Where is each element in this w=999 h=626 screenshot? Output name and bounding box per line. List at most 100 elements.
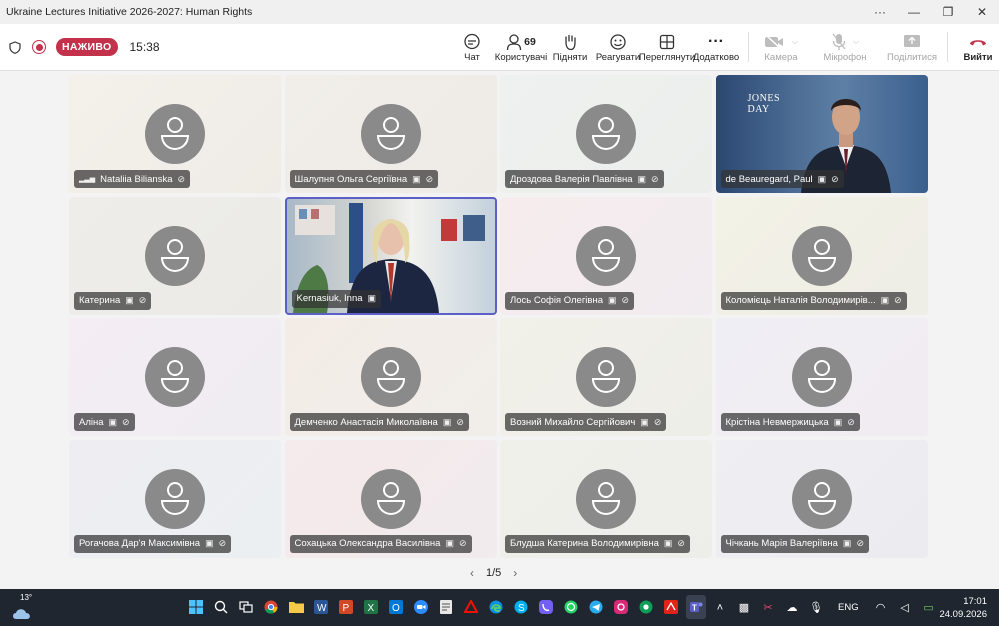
chrome-profile-icon[interactable]: [636, 595, 656, 619]
participant-name: Чічкань Марія Валеріївна: [725, 538, 838, 549]
camera-icon: ▣: [817, 173, 827, 184]
participant-tile[interactable]: JONES DAY de Beauregard, Paul ▣ ⊘: [715, 75, 928, 193]
mic-off-icon: ⌵: [831, 32, 859, 52]
participant-tile[interactable]: Шалупня Ольга Сергіївна ▣ ⊘: [284, 75, 497, 193]
participant-tile[interactable]: Крістіна Невмержицька ▣ ⊘: [715, 318, 928, 436]
chat-button[interactable]: Чат: [448, 24, 496, 71]
task-view-icon[interactable]: [236, 595, 256, 619]
participant-name: Крістіна Невмержицька: [725, 416, 829, 428]
restore-icon[interactable]: ❐: [931, 0, 965, 24]
participant-tile[interactable]: Чічкань Марія Валеріївна ▣ ⊘: [715, 439, 928, 558]
participant-tile[interactable]: Демченко Анастасія Миколаївна ▣ ⊘: [284, 318, 497, 436]
taskbar-apps: W P X O S T: [186, 595, 706, 619]
camera-button[interactable]: ⌵ Камера: [757, 24, 805, 71]
next-page-icon[interactable]: ›: [513, 566, 517, 580]
participant-tile[interactable]: Катерина ▣ ⊘: [69, 196, 281, 315]
participant-tile[interactable]: Дроздова Валерія Павлівна ▣ ⊘: [500, 75, 712, 193]
share-button[interactable]: Поділитися: [885, 24, 939, 71]
people-icon: [507, 34, 522, 51]
participant-nametag: Блудша Катерина Володимирівна ▣ ⊘: [505, 534, 690, 553]
avatar: [576, 468, 636, 529]
participant-tile[interactable]: ▂▃▅ Nataliia Bilianska ⊘: [69, 75, 281, 193]
instagram-icon[interactable]: [611, 595, 631, 619]
participant-tile[interactable]: Сохацька Олександра Василівна ▣ ⊘: [284, 439, 497, 558]
raise-hand-button[interactable]: Підняти: [546, 24, 594, 71]
participant-name: Шалупня Ольга Сергіївна: [294, 173, 408, 185]
telegram-icon[interactable]: [586, 595, 606, 619]
mic-button[interactable]: ⌵ Мікрофон: [821, 24, 869, 71]
grid-view-icon: [659, 32, 675, 52]
start-icon[interactable]: [186, 595, 206, 619]
chevron-down-icon[interactable]: ⌵: [853, 37, 859, 47]
participant-nametag: Лось Софія Олегівна ▣ ⊘: [505, 291, 635, 310]
participant-nametag: Аліна ▣ ⊘: [74, 413, 135, 431]
outlook-icon[interactable]: O: [386, 595, 406, 619]
cloud-icon: [13, 608, 30, 619]
camera-off-icon: ▣: [833, 416, 843, 427]
pdf-icon[interactable]: [661, 595, 681, 619]
live-badge: НАЖИВО: [56, 38, 118, 56]
view-button[interactable]: Переглянути: [639, 24, 695, 71]
participant-tile[interactable]: Блудша Катерина Володимирівна ▣ ⊘: [500, 439, 712, 558]
participant-tile[interactable]: Kernasiuk, Inna ▣: [284, 196, 497, 315]
participant-name: Дроздова Валерія Павлівна: [510, 173, 633, 185]
mic-off-icon: ⊘: [456, 416, 464, 427]
recording-icon: [32, 40, 46, 54]
file-explorer-icon[interactable]: [286, 595, 306, 619]
participant-name: Демченко Анастасія Миколаївна: [294, 416, 438, 428]
clock[interactable]: 17:01 24.09.2026: [939, 595, 987, 621]
toolbar-divider: [947, 32, 948, 62]
edge-icon[interactable]: [486, 595, 506, 619]
clock-time: 17:01: [963, 596, 987, 607]
battery-icon[interactable]: ▭: [921, 601, 937, 614]
chevron-up-icon[interactable]: ˄: [712, 602, 728, 614]
microphone-icon[interactable]: 🎙︎: [808, 601, 824, 614]
share-label: Поділитися: [887, 52, 937, 63]
more-button[interactable]: ··· Додатково: [692, 24, 740, 71]
participant-tile[interactable]: Аліна ▣ ⊘: [69, 318, 281, 436]
nvidia-icon[interactable]: ▩: [736, 601, 752, 614]
prev-page-icon[interactable]: ‹: [470, 566, 474, 580]
mic-off-icon: ⊘: [122, 416, 130, 427]
participant-name: Лось Софія Олегівна: [510, 295, 603, 306]
notes-icon[interactable]: [436, 595, 456, 619]
language-indicator[interactable]: ENG: [838, 602, 859, 613]
zoom-icon[interactable]: [411, 595, 431, 619]
weather-widget[interactable]: 13°: [10, 593, 40, 623]
participant-name: Nataliia Bilianska: [100, 173, 173, 185]
excel-icon[interactable]: X: [361, 595, 381, 619]
leave-button[interactable]: Вийти: [956, 24, 999, 71]
viber-icon[interactable]: [536, 595, 556, 619]
avatar: [791, 347, 852, 407]
acrobat-icon[interactable]: [461, 595, 481, 619]
onedrive-icon[interactable]: ☁: [784, 601, 800, 614]
chevron-down-icon[interactable]: ⌵: [792, 37, 798, 47]
participant-nametag: ▂▃▅ Nataliia Bilianska ⊘: [74, 170, 191, 188]
participant-tile[interactable]: Коломієць Наталія Володимирів... ▣ ⊘: [715, 196, 928, 315]
search-icon[interactable]: [211, 595, 231, 619]
minimize-icon[interactable]: —: [897, 0, 931, 24]
whatsapp-icon[interactable]: [561, 595, 581, 619]
participant-tile[interactable]: Лось Софія Олегівна ▣ ⊘: [500, 196, 712, 315]
word-icon[interactable]: W: [311, 595, 331, 619]
powerpoint-icon[interactable]: P: [336, 595, 356, 619]
participant-name: Аліна: [79, 416, 104, 428]
svg-text:P: P: [343, 603, 350, 614]
react-button[interactable]: Реагувати: [594, 24, 642, 71]
avatar: [360, 347, 421, 407]
toolbar-divider: [748, 32, 749, 62]
close-icon[interactable]: ✕: [965, 0, 999, 24]
camera-off-icon: ⌵: [764, 32, 798, 52]
teams-icon[interactable]: T: [686, 595, 706, 619]
skype-icon[interactable]: S: [511, 595, 531, 619]
more-icon[interactable]: ···: [863, 0, 897, 24]
wifi-icon[interactable]: ◠: [873, 601, 889, 614]
shield-icon[interactable]: [8, 40, 22, 54]
participant-tile[interactable]: Рогачова Дар'я Максимівна ▣ ⊘: [69, 439, 281, 558]
participant-tile[interactable]: Возний Михайло Сергійович ▣ ⊘: [500, 318, 712, 436]
volume-icon[interactable]: ◁: [897, 601, 913, 614]
snip-icon[interactable]: ✂: [760, 601, 776, 614]
people-button[interactable]: 69 Користувачі: [495, 24, 547, 71]
chrome-icon[interactable]: [261, 595, 281, 619]
participant-nametag: Коломієць Наталія Володимирів... ▣ ⊘: [720, 291, 907, 310]
